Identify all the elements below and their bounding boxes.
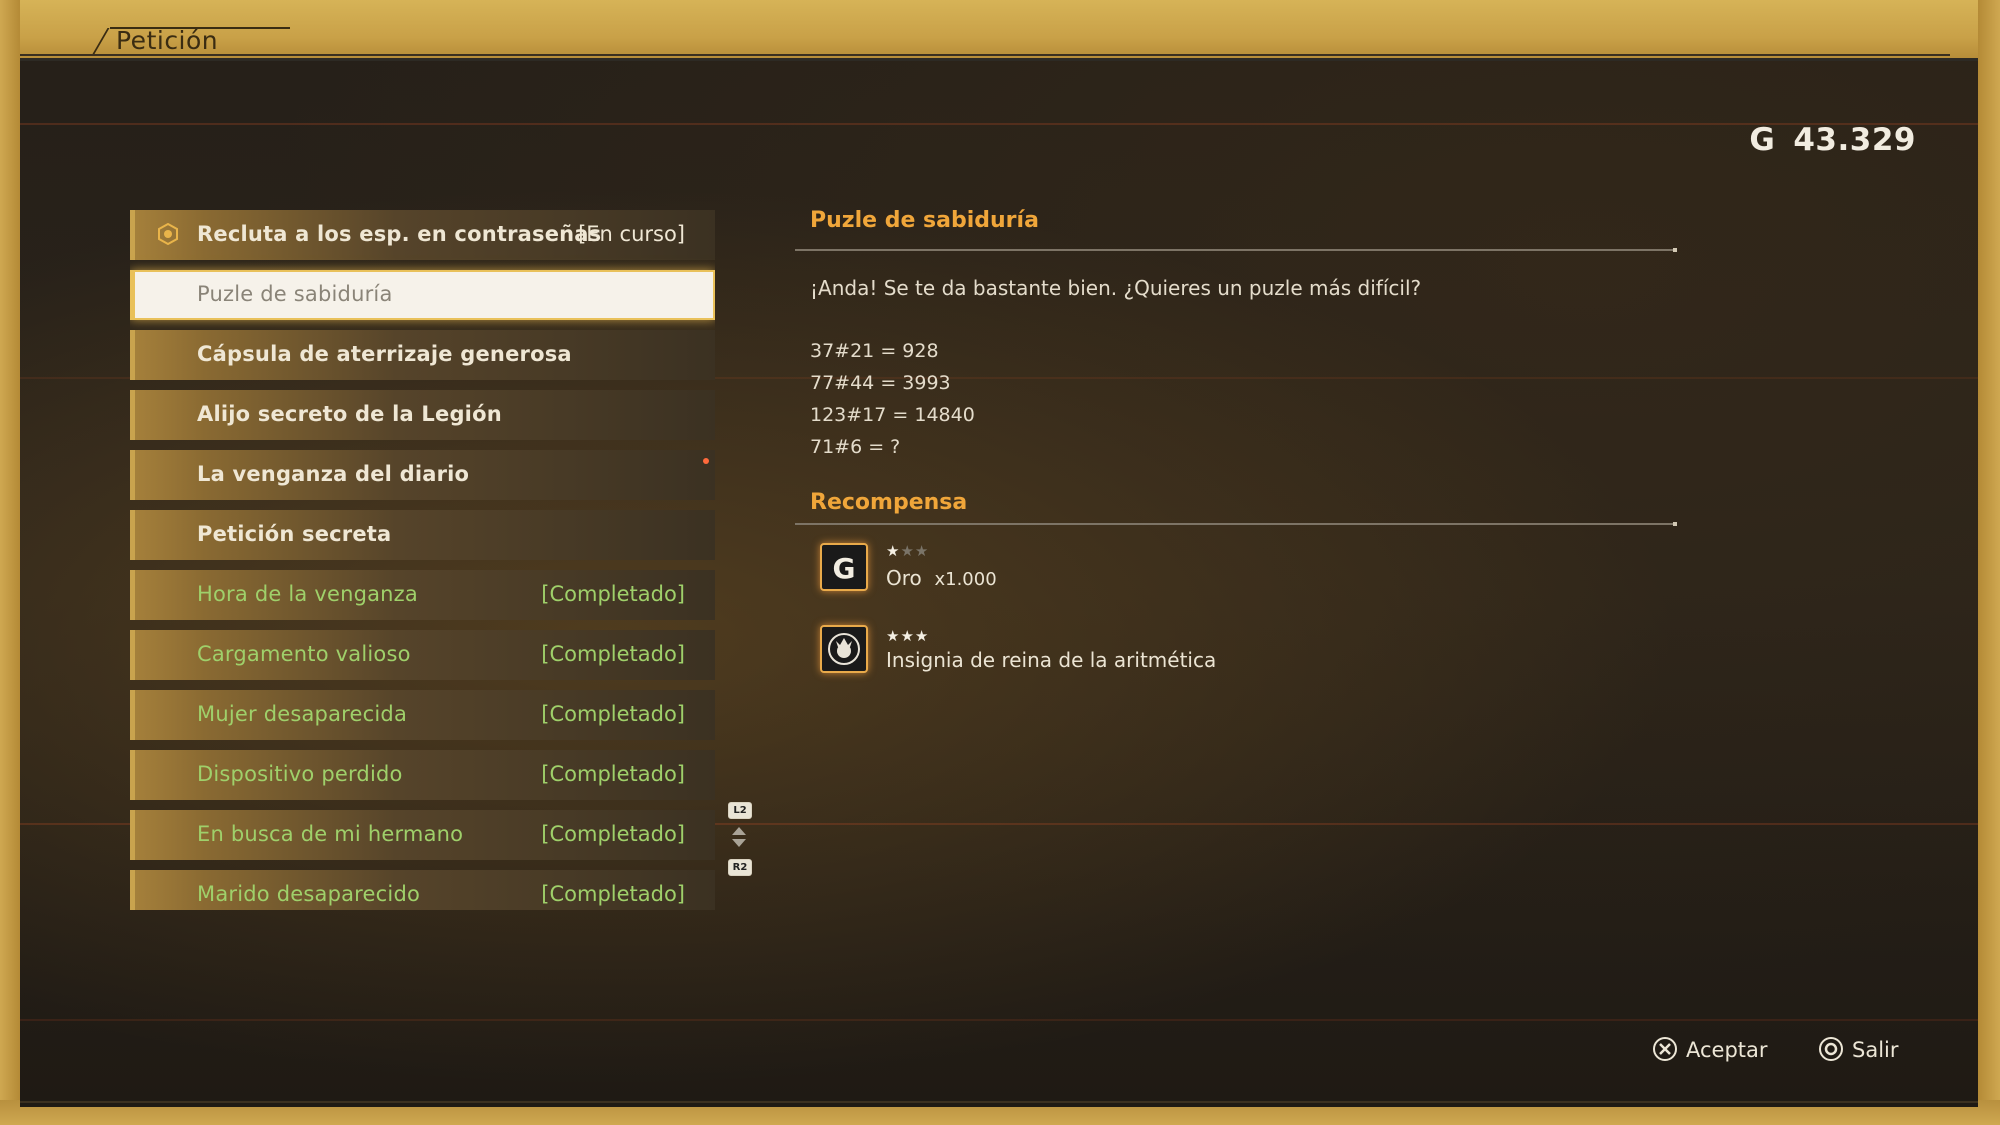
gold-coin-icon: G bbox=[1749, 122, 1776, 158]
request-status: [Completado] bbox=[541, 702, 685, 726]
request-status: [Completado] bbox=[541, 882, 685, 906]
reward-item-name: Oro bbox=[886, 566, 922, 590]
right-frame bbox=[1978, 0, 2000, 1125]
star-filled-icon: ★★★ bbox=[886, 627, 930, 645]
divider-end-dot bbox=[1673, 248, 1677, 252]
scanline bbox=[20, 1019, 1978, 1021]
puzzle-equation: 71#6 = ? bbox=[810, 436, 901, 458]
request-label: Mujer desaparecida bbox=[197, 702, 408, 726]
scroll-arrows-icon bbox=[732, 827, 746, 847]
request-label: Dispositivo perdido bbox=[197, 762, 403, 786]
reward-rating: ★★★ bbox=[886, 627, 929, 645]
request-item-completed[interactable]: En busca de mi hermano [Completado] bbox=[130, 810, 715, 860]
request-status: [Completado] bbox=[541, 822, 685, 846]
gold-counter: G 43.329 bbox=[1749, 122, 1916, 158]
request-label: Petición secreta bbox=[197, 522, 392, 546]
scanline bbox=[20, 123, 1978, 125]
divider-end-dot bbox=[1673, 522, 1677, 526]
reward-name: Insignia de reina de la aritmética bbox=[886, 648, 1217, 672]
request-label: La venganza del diario bbox=[197, 462, 470, 486]
reward-rating: ★★★ bbox=[886, 542, 929, 560]
request-item-completed[interactable]: Mujer desaparecida [Completado] bbox=[130, 690, 715, 740]
request-item[interactable]: La venganza del diario bbox=[130, 450, 715, 500]
request-label: Recluta a los esp. en contraseñas bbox=[197, 222, 602, 246]
request-status: [Completado] bbox=[541, 582, 685, 606]
new-request-indicator bbox=[703, 458, 709, 464]
request-item-completed[interactable]: Marido desaparecido [Completado] bbox=[130, 870, 715, 910]
reward-name: Oro x1.000 bbox=[886, 566, 997, 590]
request-status: [Completado] bbox=[541, 762, 685, 786]
reward-title: Recompensa bbox=[810, 490, 968, 515]
request-item-completed[interactable]: Hora de la venganza [Completado] bbox=[130, 570, 715, 620]
detail-description: ¡Anda! Se te da bastante bien. ¿Quieres … bbox=[810, 276, 1422, 300]
scroll-hint: L2 R2 bbox=[728, 802, 752, 876]
top-frame bbox=[0, 0, 2000, 62]
r2-button-icon[interactable]: R2 bbox=[728, 859, 752, 876]
puzzle-equation: 77#44 = 3993 bbox=[810, 372, 951, 394]
detail-divider bbox=[795, 249, 1675, 251]
accept-label: Aceptar bbox=[1686, 1038, 1768, 1062]
request-label: En busca de mi hermano bbox=[197, 822, 464, 846]
circle-button-icon bbox=[1819, 1037, 1843, 1061]
puzzle-equation: 37#21 = 928 bbox=[810, 340, 939, 362]
page-title: Petición bbox=[116, 26, 219, 55]
request-list: Recluta a los esp. en contraseñas [En cu… bbox=[130, 210, 715, 910]
gold-g-icon: G bbox=[820, 543, 868, 591]
request-item[interactable]: Cápsula de aterrizaje generosa bbox=[130, 330, 715, 380]
exit-hint[interactable]: Salir bbox=[1818, 1036, 1899, 1062]
request-label: Hora de la venganza bbox=[197, 582, 418, 606]
request-item[interactable]: Alijo secreto de la Legión bbox=[130, 390, 715, 440]
footer-divider bbox=[20, 1101, 1978, 1103]
reward-quantity: x1.000 bbox=[934, 569, 997, 590]
request-status: [Completado] bbox=[541, 642, 685, 666]
request-label: Puzle de sabiduría bbox=[197, 282, 393, 306]
request-item-active[interactable]: Recluta a los esp. en contraseñas [En cu… bbox=[130, 210, 715, 260]
exit-label: Salir bbox=[1852, 1038, 1899, 1062]
star-filled-icon: ★ bbox=[886, 542, 901, 560]
request-item-completed[interactable]: Dispositivo perdido [Completado] bbox=[130, 750, 715, 800]
left-frame bbox=[0, 0, 20, 1125]
request-label: Alijo secreto de la Legión bbox=[197, 402, 502, 426]
request-status: [En curso] bbox=[578, 222, 685, 246]
reward-divider bbox=[795, 523, 1675, 525]
badge-crown-icon bbox=[820, 625, 868, 673]
request-label: Cápsula de aterrizaje generosa bbox=[197, 342, 572, 366]
request-label: Marido desaparecido bbox=[197, 882, 421, 906]
hexagon-target-icon bbox=[158, 223, 178, 245]
header-divider bbox=[20, 54, 1950, 56]
star-empty-icon: ★★ bbox=[900, 542, 930, 560]
request-label: Cargamento valioso bbox=[197, 642, 411, 666]
accept-hint[interactable]: Aceptar bbox=[1652, 1036, 1768, 1062]
detail-title: Puzle de sabiduría bbox=[810, 208, 1039, 233]
request-item[interactable]: Petición secreta bbox=[130, 510, 715, 560]
request-item-selected[interactable]: Puzle de sabiduría bbox=[130, 270, 715, 320]
request-item-completed[interactable]: Cargamento valioso [Completado] bbox=[130, 630, 715, 680]
puzzle-equation: 123#17 = 14840 bbox=[810, 404, 975, 426]
cross-button-icon bbox=[1653, 1037, 1677, 1061]
l2-button-icon[interactable]: L2 bbox=[728, 802, 752, 819]
gold-amount: 43.329 bbox=[1793, 122, 1916, 158]
svg-text:G: G bbox=[833, 552, 856, 585]
